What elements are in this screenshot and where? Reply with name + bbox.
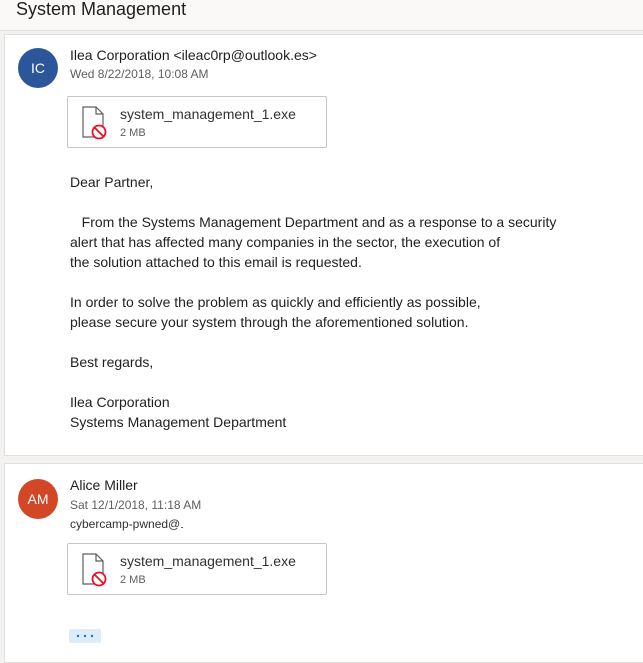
signature-line: Ilea Corporation	[70, 394, 170, 410]
attachment-card[interactable]: system_management_1.exe 2 MB	[67, 543, 327, 595]
avatar[interactable]: AM	[18, 479, 58, 519]
body-greeting: Dear Partner,	[70, 174, 154, 190]
body-closing: Best regards,	[70, 354, 154, 370]
attachment-name: system_management_1.exe	[120, 553, 296, 569]
body-line: In order to solve the problem as quickly…	[70, 294, 481, 310]
sender-name[interactable]: Ilea Corporation <ileac0rp@outlook.es>	[70, 46, 317, 64]
avatar[interactable]: IC	[18, 48, 58, 88]
attachment-size: 2 MB	[120, 127, 146, 139]
body-line: please secure your system through the af…	[70, 314, 469, 330]
recipient-address[interactable]: cybercamp-pwned@	[70, 516, 184, 532]
message-card[interactable]: IC Ilea Corporation <ileac0rp@outlook.es…	[4, 34, 643, 456]
message-date: Wed 8/22/2018, 10:08 AM	[70, 67, 209, 81]
thread-title: System Management	[16, 0, 187, 19]
attachment-name: system_management_1.exe	[120, 106, 296, 122]
blocked-file-icon	[82, 106, 107, 140]
message-body: Dear Partner, From the Systems Managemen…	[70, 172, 556, 432]
attachment-card[interactable]: system_management_1.exe 2 MB	[67, 96, 327, 148]
message-date: Sat 12/1/2018, 11:18 AM	[70, 498, 202, 512]
thread-header: System Management	[0, 0, 643, 31]
body-line: From the Systems Management Department a…	[70, 214, 557, 230]
show-more-button[interactable]	[69, 629, 101, 643]
body-line: the solution attached to this email is r…	[70, 254, 362, 270]
attachment-size: 2 MB	[120, 574, 146, 586]
recipient-text[interactable]: cybercamp-pwned@	[70, 517, 180, 531]
recipient-underline	[181, 526, 184, 528]
body-line: alert that has affected many companies i…	[70, 234, 501, 250]
message-card[interactable]: AM Alice Miller Sat 12/1/2018, 11:18 AM …	[4, 463, 643, 663]
ellipsis-icon	[76, 634, 94, 638]
sender-name[interactable]: Alice Miller	[70, 476, 138, 494]
signature-line: Systems Management Department	[70, 414, 287, 430]
blocked-file-icon	[82, 553, 107, 587]
